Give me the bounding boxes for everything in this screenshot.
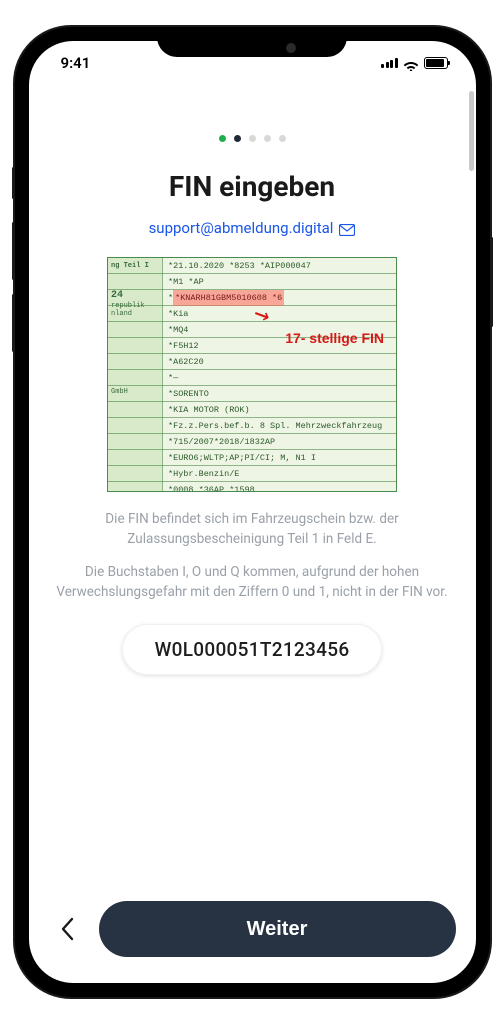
doc-row: *715/2007*2018/1832AP xyxy=(168,434,392,450)
doc-row: *EURO6;WLTP;AP;PI/CI; M, N1 I xyxy=(168,450,392,466)
content: FIN eingeben support@abmeldung.digital n… xyxy=(29,85,476,901)
doc-row: *SORENTO xyxy=(168,386,392,402)
doc-left-num: 24 xyxy=(111,290,159,302)
progress-dot xyxy=(234,135,241,142)
battery-icon xyxy=(424,57,448,69)
page-title: FIN eingeben xyxy=(51,170,454,203)
doc-row: *— xyxy=(168,370,392,386)
volume-down xyxy=(12,294,15,352)
support-email-text: support@abmeldung.digital xyxy=(149,219,334,237)
document-sample: ng Teil I 24 republik nland GmbH *21.10.… xyxy=(107,257,397,492)
doc-row: *A62C20 xyxy=(168,354,392,370)
mute-switch xyxy=(12,167,15,199)
doc-row: *0008 *36AP *1598 xyxy=(168,482,392,492)
doc-row: *Kia xyxy=(168,306,392,322)
doc-fin-highlight: *KNARH81GBM5010608 *6 xyxy=(173,290,284,306)
cellular-icon xyxy=(381,58,398,68)
back-button[interactable] xyxy=(49,904,85,954)
status-bar: 9:41 xyxy=(29,41,476,85)
progress-dot xyxy=(219,135,226,142)
next-button[interactable]: Weiter xyxy=(99,901,456,957)
progress-dot xyxy=(279,135,286,142)
doc-row: *M1 *AP xyxy=(168,274,392,290)
fin-input[interactable]: W0L000051T2123456 xyxy=(122,624,382,675)
doc-left-gmbh: GmbH xyxy=(111,388,159,396)
mail-icon xyxy=(339,222,355,234)
doc-left-title: ng Teil I xyxy=(111,258,159,274)
doc-right: *21.10.2020 *8253 *AIP000047 *M1 *AP **K… xyxy=(168,258,392,492)
doc-row: *KIA MOTOR (ROK) xyxy=(168,402,392,418)
scrollbar[interactable] xyxy=(469,91,474,171)
volume-up xyxy=(12,222,15,280)
doc-row: *Fz.z.Pers.bef.b. 8 Spl. Mehrzweckfahrze… xyxy=(168,418,392,434)
progress-dot xyxy=(249,135,256,142)
help-text-1: Die FIN befindet sich im Fahrzeugschein … xyxy=(51,510,454,549)
doc-callout: 17- stellige FIN xyxy=(285,330,384,346)
status-right xyxy=(381,57,448,69)
progress-dot xyxy=(264,135,271,142)
doc-left-sub: nland xyxy=(111,310,159,318)
support-link[interactable]: support@abmeldung.digital xyxy=(51,219,454,237)
doc-row-fin: **KNARH81GBM5010608 *6 xyxy=(168,290,392,306)
doc-row: *21.10.2020 *8253 *AIP000047 xyxy=(168,258,392,274)
chevron-left-icon xyxy=(60,917,74,941)
screen: 9:41 FIN eingeben support@abmeldung.digi… xyxy=(29,41,476,983)
help-text-2: Die Buchstaben I, O und Q kommen, aufgru… xyxy=(51,563,454,602)
status-time: 9:41 xyxy=(61,54,91,72)
phone-frame: 9:41 FIN eingeben support@abmeldung.digi… xyxy=(15,27,490,997)
progress-dots xyxy=(51,135,454,142)
doc-row: *Hybr.Benzin/E xyxy=(168,466,392,482)
power-button xyxy=(490,237,493,327)
doc-left-sub: republik xyxy=(111,302,159,310)
wifi-icon xyxy=(403,57,419,69)
footer: Weiter xyxy=(29,901,476,983)
